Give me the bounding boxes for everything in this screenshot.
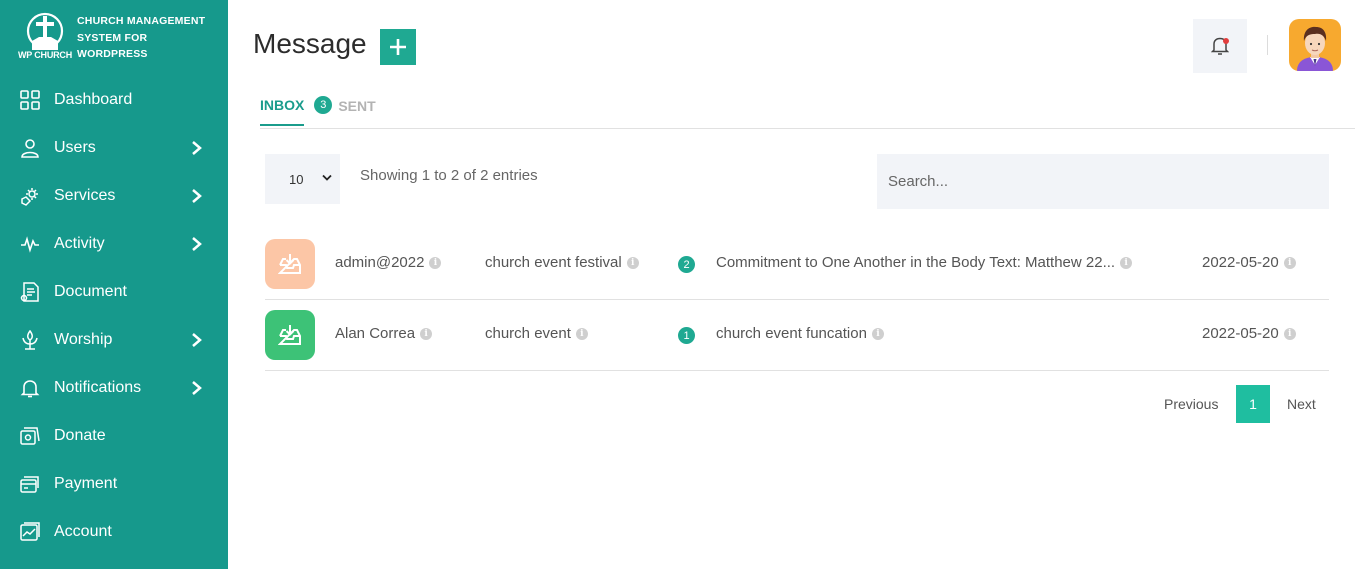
bell-icon <box>20 378 40 398</box>
sidebar-item-notifications[interactable]: Notifications <box>0 364 228 412</box>
info-icon: i <box>1283 327 1296 340</box>
pagination-previous[interactable]: Previous <box>1164 396 1218 412</box>
sidebar-item-document[interactable]: Document <box>0 268 228 316</box>
sidebar-item-worship[interactable]: Worship <box>0 316 228 364</box>
subject-text: church event festival <box>485 254 622 271</box>
chevron-right-icon <box>192 333 202 347</box>
account-icon <box>20 522 40 542</box>
sidebar-item-donate[interactable]: Donate <box>0 412 228 460</box>
notifications-button[interactable] <box>1193 19 1247 73</box>
sidebar-item-label: Account <box>54 523 112 540</box>
message-count-badge: 2 <box>678 256 695 273</box>
sidebar-item-services[interactable]: Services <box>0 172 228 220</box>
sidebar-item-label: Dashboard <box>54 91 133 108</box>
info-icon: i <box>1120 256 1133 269</box>
user-avatar-icon <box>1297 26 1333 71</box>
user-icon <box>20 138 40 158</box>
notification-dot <box>1223 38 1229 44</box>
brand-line-3: WORDPRESS <box>77 48 148 60</box>
table-row[interactable]: admin@2022 i church event festival i 2 Com… <box>265 229 1329 300</box>
sidebar-nav: Dashboard Users Services Activity Docume… <box>0 76 228 556</box>
services-icon <box>20 186 40 206</box>
message-date: 2022-05-20 i <box>1202 254 1296 271</box>
sidebar-item-activity[interactable]: Activity <box>0 220 228 268</box>
message-count-badge: 1 <box>678 327 695 344</box>
inbox-tray-icon <box>265 239 315 289</box>
info-icon: i <box>429 256 442 269</box>
inbox-tray-icon <box>265 310 315 360</box>
sidebar-item-account[interactable]: Account <box>0 508 228 556</box>
message-body: church event funcation i <box>716 325 884 342</box>
chevron-right-icon <box>192 189 202 203</box>
sender-text: Alan Correa <box>335 325 416 342</box>
page-length-value: 10 <box>289 171 304 187</box>
sidebar-item-label: Payment <box>54 475 118 492</box>
message-sender: admin@2022 i <box>335 254 442 271</box>
subject-text: church event <box>485 325 571 342</box>
tabs-divider <box>260 128 1355 129</box>
date-text: 2022-05-20 <box>1202 254 1279 271</box>
tab-sent[interactable]: SENT <box>338 98 375 125</box>
sidebar-item-payment[interactable]: Payment <box>0 460 228 508</box>
message-subject: church event i <box>485 325 588 342</box>
sidebar-item-label: Worship <box>54 331 113 348</box>
info-icon: i <box>420 327 433 340</box>
avatar[interactable] <box>1289 19 1341 71</box>
sidebar-item-label: Document <box>54 283 127 300</box>
chevron-down-icon <box>322 174 332 181</box>
info-icon: i <box>626 256 639 269</box>
sidebar-item-label: Donate <box>54 427 106 444</box>
brand-name: CHURCH MANAGEMENT SYSTEM FOR WORDPRESS <box>77 13 205 63</box>
church-logo-icon: WP CHURCH <box>18 12 74 62</box>
message-sender: Alan Correa i <box>335 325 433 342</box>
sidebar-item-label: Services <box>54 187 116 204</box>
message-body: Commitment to One Another in the Body Te… <box>716 254 1133 271</box>
info-icon: i <box>871 327 884 340</box>
donate-icon <box>20 426 40 446</box>
logo-text: WP CHURCH <box>18 50 73 60</box>
chevron-right-icon <box>192 381 202 395</box>
sidebar: WP CHURCH CHURCH MANAGEMENT SYSTEM FOR W… <box>0 0 228 569</box>
message-text: church event funcation <box>716 325 867 342</box>
app: WP CHURCH CHURCH MANAGEMENT SYSTEM FOR W… <box>0 0 1365 569</box>
sidebar-item-label: Activity <box>54 235 105 252</box>
brand-line-2: SYSTEM FOR <box>77 31 148 44</box>
document-icon <box>20 282 40 302</box>
table-row[interactable]: Alan Correa i church event i 1 church even… <box>265 300 1329 371</box>
brand-line-1: CHURCH MANAGEMENT <box>77 15 206 27</box>
header-divider <box>1267 35 1268 55</box>
chevron-right-icon <box>192 237 202 251</box>
sidebar-item-dashboard[interactable]: Dashboard <box>0 76 228 124</box>
message-date: 2022-05-20 i <box>1202 325 1296 342</box>
chevron-right-icon <box>192 141 202 155</box>
sender-text: admin@2022 <box>335 254 425 271</box>
grid-icon <box>20 90 40 110</box>
pulse-icon <box>20 234 40 254</box>
worship-icon <box>20 330 40 350</box>
add-message-button[interactable] <box>380 29 416 65</box>
pagination-page-1[interactable]: 1 <box>1236 385 1270 423</box>
message-subject: church event festival i <box>485 254 639 271</box>
info-icon: i <box>1283 256 1296 269</box>
pagination-next[interactable]: Next <box>1287 396 1316 412</box>
plus-icon <box>390 39 406 55</box>
message-tabs: INBOX 3 SENT <box>260 96 376 127</box>
date-text: 2022-05-20 <box>1202 325 1279 342</box>
sidebar-item-label: Notifications <box>54 379 142 396</box>
info-icon: i <box>575 327 588 340</box>
entries-info: Showing 1 to 2 of 2 entries <box>360 167 538 184</box>
main-content: Message INBOX 3 SENT 10 Showing 1 to 2 o… <box>228 0 1365 569</box>
sidebar-item-users[interactable]: Users <box>0 124 228 172</box>
tab-inbox[interactable]: INBOX <box>260 97 305 126</box>
brand[interactable]: WP CHURCH CHURCH MANAGEMENT SYSTEM FOR W… <box>0 0 228 72</box>
page-length-select[interactable]: 10 <box>265 154 340 204</box>
payment-icon <box>20 474 40 494</box>
message-text: Commitment to One Another in the Body Te… <box>716 254 1116 271</box>
search-input[interactable] <box>877 154 1329 209</box>
inbox-count-badge: 3 <box>314 96 333 114</box>
page-title: Message <box>253 28 367 59</box>
sidebar-item-label: Users <box>54 139 96 156</box>
